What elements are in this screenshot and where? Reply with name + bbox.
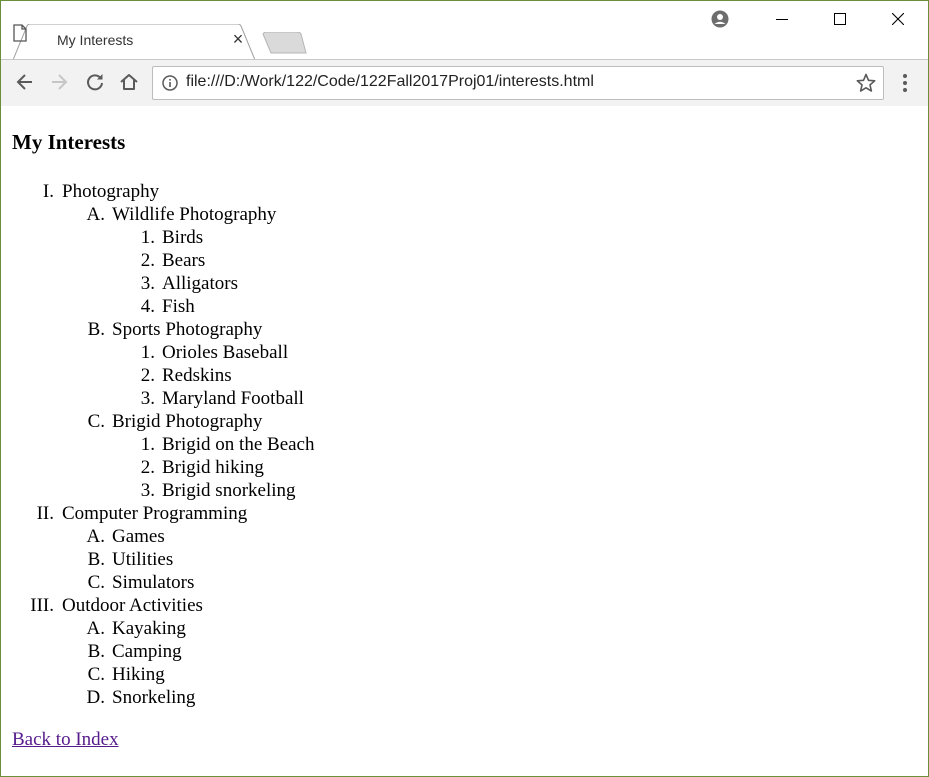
outline-marker: I. [42,181,54,202]
outline-marker: 1. [140,434,155,455]
browser-toolbar: file:///D:/Work/122/Code/122Fall2017Proj… [1,59,928,107]
page-icon [13,24,27,42]
bookmark-star-icon[interactable] [856,73,876,93]
back-arrow-icon [16,74,32,90]
outline-label: Alligators [162,273,238,294]
outline-marker: 4. [140,296,155,317]
outline-marker: 3. [140,273,155,294]
outline-marker: C. [87,411,105,432]
address-bar[interactable]: file:///D:/Work/122/Code/122Fall2017Proj… [152,66,884,100]
outline-marker: 1. [140,342,155,363]
window-close-button[interactable] [870,1,928,37]
outline-label: Outdoor Activities [62,595,203,616]
outline-label: Utilities [112,549,174,570]
outline-label: Bears [162,250,206,271]
page-heading: My Interests [12,130,126,154]
outline-label: Fish [162,296,195,317]
minimize-button[interactable] [754,1,812,37]
forward-arrow-icon [52,74,68,90]
outline-marker: A. [86,204,105,225]
profile-icon[interactable] [711,10,729,28]
outline-label: Brigid Photography [112,411,263,432]
reload-icon [87,74,103,91]
outline-marker: 2. [140,365,155,386]
maximize-icon [834,13,846,25]
outline-marker: 1. [140,227,155,248]
outline-label: Snorkeling [112,687,196,708]
outline-label: Hiking [112,664,165,685]
outline-label: Wildlife Photography [112,204,277,225]
outline-marker: C. [87,664,105,685]
outline-marker: A. [86,618,105,639]
outline-label: Brigid hiking [162,457,264,478]
tab-title: My Interests [57,32,134,48]
home-button[interactable] [117,70,141,94]
outline-marker: B. [87,319,105,340]
close-icon[interactable]: × [229,30,247,48]
outline-label: Maryland Football [162,388,304,409]
outline-label: Camping [112,641,182,662]
outline-marker: III. [30,595,54,616]
url-text[interactable]: file:///D:/Work/122/Code/122Fall2017Proj… [186,73,594,91]
outline-label: Sports Photography [112,319,263,340]
outline-label: Redskins [162,365,232,386]
outline-label: Brigid on the Beach [162,434,315,455]
menu-dots-icon[interactable] [897,72,913,94]
outline-marker: B. [87,641,105,662]
tab-strip: My Interests × [1,1,928,60]
outline-label: Orioles Baseball [162,342,289,363]
maximize-button[interactable] [812,1,870,37]
page-content: My Interests I. Photography A. Wildlife Pho… [1,106,928,776]
tab-my-interests[interactable]: My Interests × [13,24,255,60]
outline-label: Kayaking [112,618,186,639]
back-to-index-link[interactable]: Back to Index [12,729,119,751]
outline-label: Simulators [112,572,195,593]
new-tab-icon[interactable] [261,32,307,54]
back-button[interactable] [13,70,37,94]
outline-label: Games [112,526,165,547]
reload-button[interactable] [83,70,107,94]
outline-marker: A. [86,526,105,547]
outline-label: Birds [162,227,204,248]
outline-label: Computer Programming [62,503,248,524]
browser-window: My Interests × file:///D:/Work/122/Code/… [0,0,929,777]
window-close-icon [892,13,904,25]
outline-marker: 3. [140,480,155,501]
outline-label: Brigid snorkeling [162,480,296,501]
minimize-icon [776,19,788,20]
outline-label: Photography [62,181,160,202]
outline-marker: D. [86,687,105,708]
outline-marker: 3. [140,388,155,409]
home-icon [120,74,138,90]
outline-marker: 2. [140,250,155,271]
outline-marker: B. [87,549,105,570]
info-icon[interactable] [162,75,178,91]
forward-button[interactable] [47,70,71,94]
outline-marker: C. [87,572,105,593]
outline-marker: 2. [140,457,155,478]
outline-marker: II. [36,503,54,524]
